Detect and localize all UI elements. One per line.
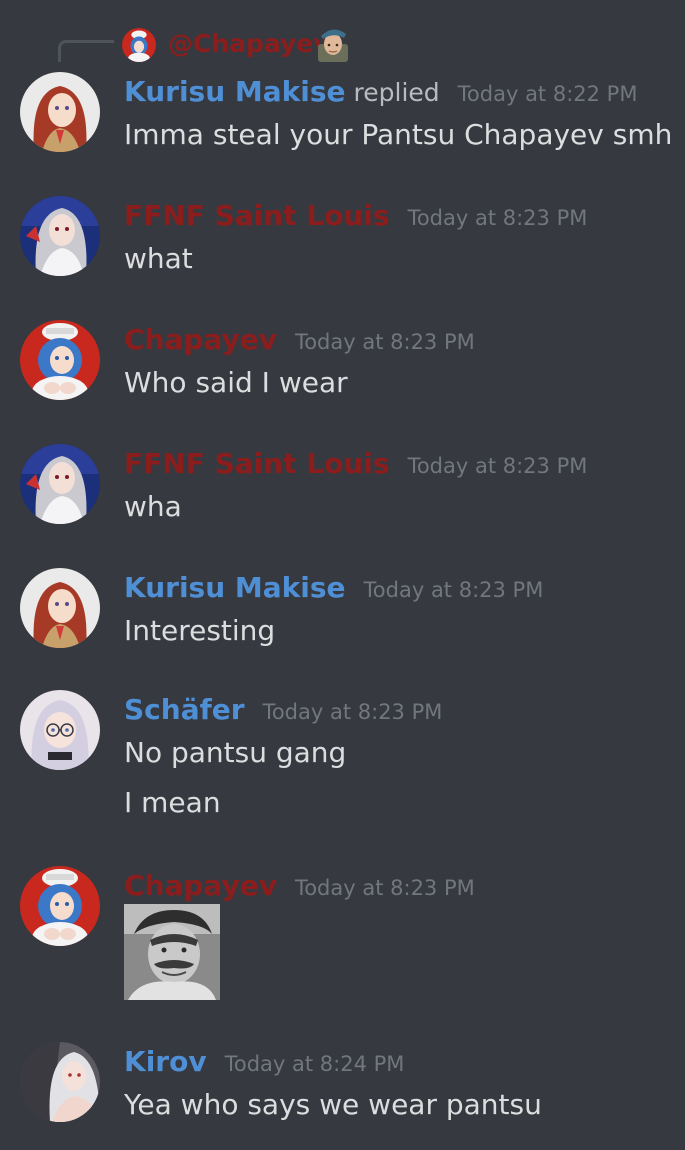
message-text: Yea who says we wear pantsu [124,1088,542,1121]
message-text: I mean [124,786,221,819]
message-header: FFNF Saint Louis Today at 8:23 PM [124,444,587,484]
reply-mention[interactable]: @Chapayev [168,29,330,58]
replied-label: replied [353,78,440,107]
avatar[interactable] [20,568,100,648]
message-text: No pantsu gang [124,736,347,769]
message-header: Kirov Today at 8:24 PM [124,1042,404,1082]
author-name[interactable]: Kirov [124,1042,207,1082]
avatar[interactable] [20,866,100,946]
message-text: Imma steal your Pantsu Chapayev smh [124,118,673,151]
author-name[interactable]: FFNF Saint Louis [124,196,390,236]
soldier-beret-icon [316,26,350,62]
message-text: what [124,242,193,275]
timestamp: Today at 8:23 PM [407,454,588,478]
message-text: Interesting [124,614,276,647]
timestamp: Today at 8:23 PM [363,578,544,602]
reply-connector [58,40,114,62]
reply-avatar-chapayev[interactable] [122,28,156,62]
author-name[interactable]: Kurisu Makise [124,568,346,608]
timestamp: Today at 8:22 PM [457,82,638,106]
avatar[interactable] [20,320,100,400]
author-name[interactable]: Chapayev [124,320,277,360]
message-text: wha [124,490,182,523]
timestamp: Today at 8:23 PM [294,330,475,354]
author-name[interactable]: Kurisu Makise [124,72,346,112]
avatar[interactable] [20,196,100,276]
timestamp: Today at 8:23 PM [262,700,443,724]
avatar[interactable] [20,690,100,770]
avatar[interactable] [20,72,100,152]
message-header: Kurisu Makise replied Today at 8:22 PM [124,72,637,112]
chat-messages: @Chapayev Kurisu Makise replied Today at… [0,0,685,1150]
message-header: Schäfer Today at 8:23 PM [124,690,442,730]
reply-preview[interactable]: @Chapayev [58,26,685,62]
message-header: FFNF Saint Louis Today at 8:23 PM [124,196,587,236]
author-name[interactable]: FFNF Saint Louis [124,444,390,484]
timestamp: Today at 8:24 PM [224,1052,405,1076]
author-name[interactable]: Chapayev [124,866,277,906]
message-header: Chapayev Today at 8:23 PM [124,866,475,906]
avatar[interactable] [20,1042,100,1122]
timestamp: Today at 8:23 PM [407,206,588,230]
image-attachment[interactable] [124,904,220,1000]
avatar[interactable] [20,444,100,524]
message-header: Kurisu Makise Today at 8:23 PM [124,568,543,608]
message-header: Chapayev Today at 8:23 PM [124,320,475,360]
timestamp: Today at 8:23 PM [294,876,475,900]
message-text: Who said I wear [124,366,348,399]
author-name[interactable]: Schäfer [124,690,245,730]
